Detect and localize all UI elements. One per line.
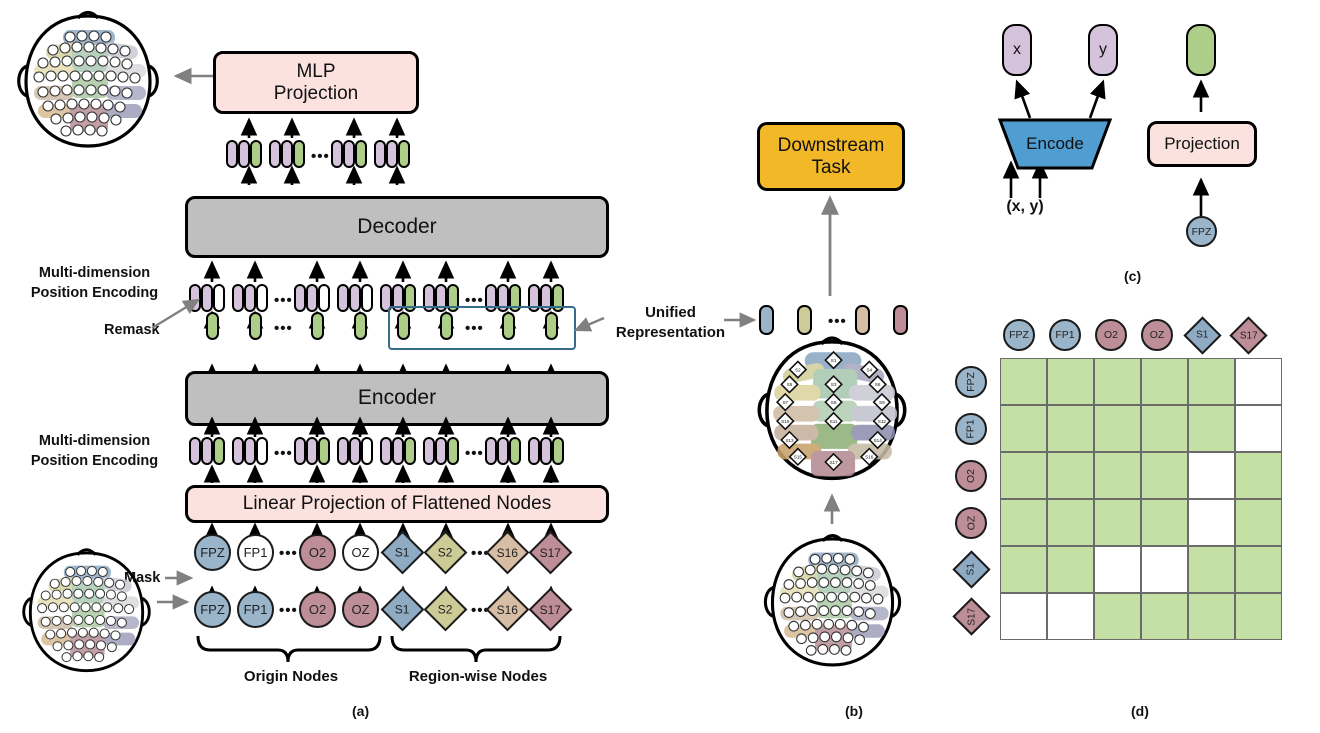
- matrix-cell-O2-OZ[interactable]: [1141, 452, 1188, 499]
- col-label: O2: [1103, 329, 1118, 341]
- matrix-cell-FP1-FP1[interactable]: [1047, 405, 1094, 452]
- col-label: S17: [1239, 329, 1258, 341]
- matrix-cell-O2-FP1[interactable]: [1047, 452, 1094, 499]
- matrix-row-header-o2: O2: [955, 460, 987, 492]
- row-label: S17: [965, 607, 977, 626]
- matrix-cell-S1-FPZ[interactable]: [1000, 546, 1047, 593]
- matrix-cell-O2-FPZ[interactable]: [1000, 452, 1047, 499]
- row-label: OZ: [965, 515, 977, 531]
- matrix-col-header-fpz: FPZ: [1003, 319, 1035, 351]
- matrix-cell-S17-FPZ[interactable]: [1000, 593, 1047, 640]
- attention-mask-matrix: [1000, 358, 1282, 640]
- matrix-cell-FP1-S17[interactable]: [1235, 405, 1282, 452]
- matrix-cell-FP1-OZ[interactable]: [1141, 405, 1188, 452]
- matrix-row-header-oz: OZ: [955, 507, 987, 539]
- panel-label-d: (d): [1131, 703, 1149, 719]
- matrix-cell-OZ-FP1[interactable]: [1047, 499, 1094, 546]
- matrix-cell-S1-O2[interactable]: [1094, 546, 1141, 593]
- panel-label-c: (c): [1124, 268, 1142, 284]
- matrix-col-header-fp1: FP1: [1049, 319, 1081, 351]
- projection-label: Projection: [1164, 134, 1240, 154]
- matrix-cell-OZ-FPZ[interactable]: [1000, 499, 1047, 546]
- matrix-cell-FPZ-OZ[interactable]: [1141, 358, 1188, 405]
- col-label: S1: [1196, 329, 1209, 341]
- matrix-cell-FPZ-FP1[interactable]: [1047, 358, 1094, 405]
- matrix-cell-S17-OZ[interactable]: [1141, 593, 1188, 640]
- matrix-cell-FPZ-FPZ[interactable]: [1000, 358, 1047, 405]
- row-label: S1: [965, 563, 977, 576]
- col-label: FP1: [1055, 329, 1075, 341]
- matrix-cell-S1-FP1[interactable]: [1047, 546, 1094, 593]
- encode-trapezoid-label: Encode: [1026, 134, 1084, 153]
- matrix-cell-FP1-S1[interactable]: [1188, 405, 1235, 452]
- row-label: O2: [964, 468, 977, 484]
- matrix-cell-S17-S17[interactable]: [1235, 593, 1282, 640]
- matrix-cell-FPZ-O2[interactable]: [1094, 358, 1141, 405]
- matrix-cell-FPZ-S1[interactable]: [1188, 358, 1235, 405]
- matrix-cell-S1-S17[interactable]: [1235, 546, 1282, 593]
- row-label: FPZ: [965, 372, 977, 392]
- projection-box-c[interactable]: Projection: [1147, 121, 1257, 167]
- matrix-cell-O2-S1[interactable]: [1188, 452, 1235, 499]
- matrix-cell-S1-S1[interactable]: [1188, 546, 1235, 593]
- matrix-cell-OZ-S1[interactable]: [1188, 499, 1235, 546]
- matrix-col-header-oz: OZ: [1141, 319, 1173, 351]
- matrix-cell-OZ-S17[interactable]: [1235, 499, 1282, 546]
- node-label: FPZ: [1191, 225, 1212, 238]
- matrix-cell-OZ-O2[interactable]: [1094, 499, 1141, 546]
- row-label: FP1: [964, 419, 977, 439]
- matrix-cell-S17-S1[interactable]: [1188, 593, 1235, 640]
- panel-label-a: (a): [352, 703, 370, 719]
- panel-label-b: (b): [845, 703, 863, 719]
- matrix-cell-FPZ-S17[interactable]: [1235, 358, 1282, 405]
- col-label: FPZ: [1009, 329, 1029, 341]
- matrix-cell-S17-O2[interactable]: [1094, 593, 1141, 640]
- matrix-cell-O2-O2[interactable]: [1094, 452, 1141, 499]
- node-fpz-panel-c[interactable]: FPZ: [1186, 216, 1217, 247]
- matrix-cell-FP1-FPZ[interactable]: [1000, 405, 1047, 452]
- matrix-cell-OZ-OZ[interactable]: [1141, 499, 1188, 546]
- matrix-cell-FP1-O2[interactable]: [1094, 405, 1141, 452]
- col-label: OZ: [1149, 329, 1165, 341]
- matrix-row-header-fpz: FPZ: [955, 366, 987, 398]
- matrix-cell-S17-FP1[interactable]: [1047, 593, 1094, 640]
- matrix-row-header-fp1: FP1: [955, 413, 987, 445]
- encode-input-xy-label: (x, y): [1006, 198, 1044, 215]
- matrix-col-header-o2: O2: [1095, 319, 1127, 351]
- matrix-cell-S1-OZ[interactable]: [1141, 546, 1188, 593]
- matrix-cell-O2-S17[interactable]: [1235, 452, 1282, 499]
